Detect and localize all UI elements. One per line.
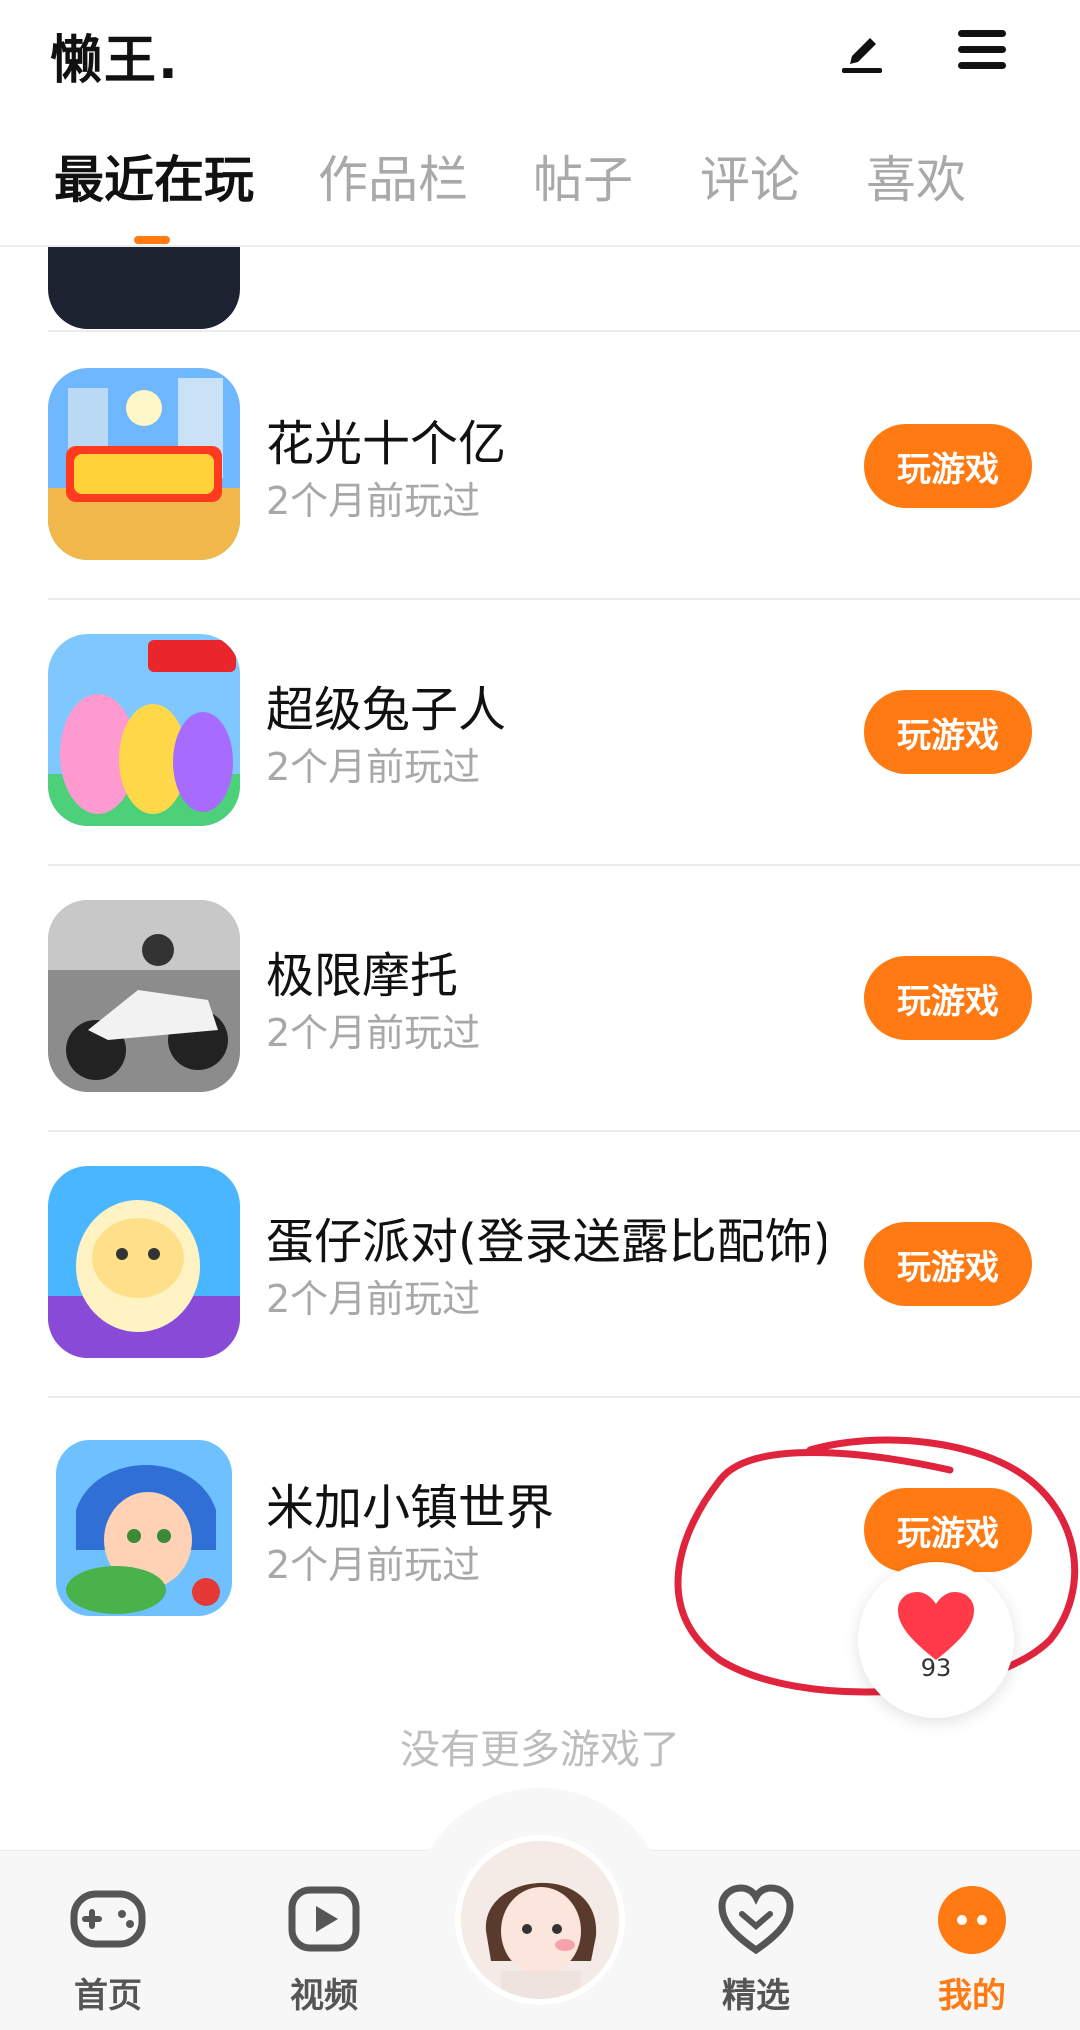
pencil-icon [842,38,882,73]
game-icon-miga [56,1440,232,1616]
avatar-illustration [461,1841,619,1999]
game-name: 花光十个亿 [266,416,507,472]
tab-posts[interactable]: 帖子 [533,140,633,212]
last-played-time: 2个月前玩过 [266,745,481,789]
list-item[interactable]: 花光十个亿 2个月前玩过 玩游戏 [0,332,1080,598]
nav-profile[interactable]: 我的 [892,1880,1052,2020]
list-item[interactable]: 蛋仔派对(登录送露比配饰) 2个月前玩过 玩游戏 [0,1130,1080,1396]
game-name: 米加小镇世界 [266,1480,555,1536]
game-name: 超级兔子人 [266,682,507,738]
nav-label: 首页 [74,1976,142,2016]
nav-label: 精选 [722,1976,790,2016]
username: 懒王. [50,31,180,91]
menu-button[interactable] [950,18,1014,82]
play-game-button[interactable]: 玩游戏 [864,424,1032,508]
last-played-time: 2个月前玩过 [266,1277,481,1321]
hamburger-menu-icon [958,30,1006,69]
app-header: 懒王. [0,0,1080,100]
game-name: 极限摩托 [266,948,459,1004]
last-played-time: 2个月前玩过 [266,479,481,523]
like-float-button[interactable]: 93 [858,1562,1014,1718]
play-game-button[interactable]: 玩游戏 [864,956,1032,1040]
video-icon [288,1886,360,1952]
heart-icon [898,1592,974,1660]
active-tab-indicator [134,236,170,244]
like-count: 93 [920,1654,952,1682]
center-avatar[interactable] [455,1835,625,2005]
play-game-button[interactable]: 玩游戏 [864,690,1032,774]
tab-likes[interactable]: 喜欢 [866,140,966,212]
profile-icon [938,1886,1006,1954]
play-game-button[interactable]: 玩游戏 [864,1488,1032,1572]
game-icon-partial [48,247,240,329]
game-name: 蛋仔派对(登录送露比配饰) [266,1214,826,1270]
last-played-time: 2个月前玩过 [266,1543,481,1587]
last-played-time: 2个月前玩过 [266,1011,481,1055]
list-item[interactable]: 超级兔子人 2个月前玩过 玩游戏 [0,598,1080,864]
tab-comments[interactable]: 评论 [700,140,800,212]
nav-label: 视频 [290,1976,358,2016]
game-icon-rabbit [48,634,240,826]
nav-featured[interactable]: 精选 [676,1880,836,2020]
game-icon-eggy [48,1166,240,1358]
tab-recent-played[interactable]: 最近在玩 [54,140,254,212]
nav-label: 我的 [938,1976,1006,2016]
play-game-button[interactable]: 玩游戏 [864,1222,1032,1306]
heart-icon [718,1884,794,1955]
list-item[interactable]: 极限摩托 2个月前玩过 玩游戏 [0,864,1080,1130]
list-end-message: 没有更多游戏了 [400,1727,680,1773]
gamepad-icon [70,1890,146,1948]
tab-works[interactable]: 作品栏 [318,140,468,212]
nav-video[interactable]: 视频 [244,1880,404,2020]
profile-tabs: 最近在玩 作品栏 帖子 评论 喜欢 [0,130,1080,245]
game-icon-huaguang [48,368,240,560]
nav-home[interactable]: 首页 [28,1880,188,2020]
edit-button[interactable] [830,18,894,82]
game-icon-moto [48,900,240,1092]
list-item-partial[interactable] [0,247,1080,330]
